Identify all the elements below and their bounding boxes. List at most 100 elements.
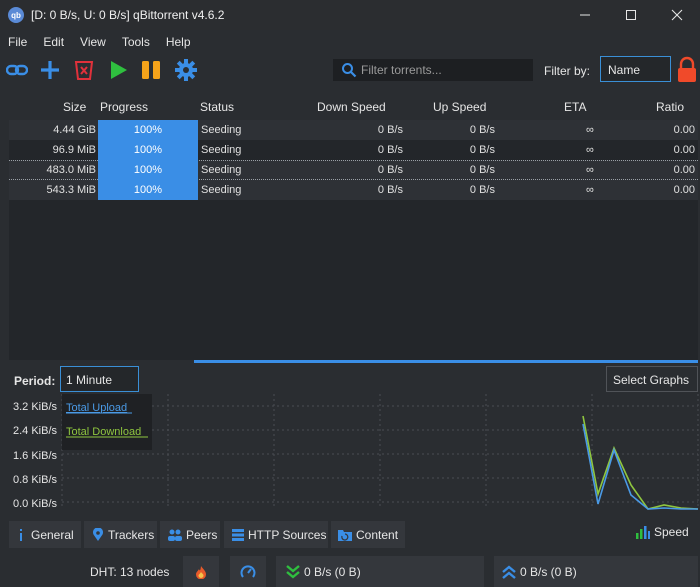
close-button[interactable]	[654, 0, 700, 30]
horizontal-scrollbar[interactable]	[194, 360, 698, 363]
menu-tools[interactable]: Tools	[114, 35, 158, 49]
table-row[interactable]: 483.0 MiB 100% Seeding 0 B/s 0 B/s ∞ 0.0…	[9, 160, 698, 180]
cell-up-speed: 0 B/s	[469, 124, 495, 136]
dht-status-text: DHT: 13 nodes	[90, 564, 170, 579]
double-chevron-up-icon	[502, 564, 516, 579]
maximize-button[interactable]	[608, 0, 654, 30]
minimize-button[interactable]	[562, 0, 608, 30]
progress-bar: 100%	[98, 180, 198, 200]
tab-general[interactable]: General	[9, 521, 81, 548]
legend-total-upload: Total Upload	[66, 402, 127, 414]
cell-size: 483.0 MiB	[46, 164, 96, 176]
menu-help[interactable]: Help	[158, 35, 199, 49]
tab-speed-label: Speed	[654, 525, 689, 539]
speed-graph-panel: Period: 1 Minute Select Graphs 3.2 KiB/s…	[0, 364, 700, 519]
trash-icon	[74, 61, 94, 80]
cell-size: 96.9 MiB	[52, 144, 96, 156]
flame-icon	[196, 565, 206, 579]
window-controls	[562, 0, 700, 30]
column-progress[interactable]: Progress	[100, 100, 148, 114]
table-row[interactable]: 543.3 MiB 100% Seeding 0 B/s 0 B/s ∞ 0.0…	[9, 180, 698, 200]
tab-trackers-label: Trackers	[108, 527, 155, 542]
bar-chart-icon	[636, 526, 650, 539]
resume-button[interactable]	[106, 58, 130, 82]
cell-eta: ∞	[586, 164, 594, 176]
cell-ratio: 0.00	[673, 124, 695, 136]
column-up-speed[interactable]: Up Speed	[433, 100, 486, 114]
torrent-table-header: Size Progress Status Down Speed Up Speed…	[0, 96, 700, 118]
speed-graph: 3.2 KiB/s 2.4 KiB/s 1.6 KiB/s 0.8 KiB/s …	[13, 394, 699, 510]
add-link-button[interactable]	[5, 58, 29, 82]
properties-tab-bar: General Trackers Peers HTTP Sources Cont…	[0, 519, 700, 549]
tab-speed[interactable]: Speed	[636, 525, 689, 539]
delete-button[interactable]	[72, 58, 96, 82]
table-row[interactable]: 4.44 GiB 100% Seeding 0 B/s 0 B/s ∞ 0.00	[9, 120, 698, 140]
cell-ratio: 0.00	[673, 164, 695, 176]
map-pin-icon	[92, 527, 104, 542]
filter-torrents-box[interactable]	[333, 59, 533, 81]
lock-toggle[interactable]	[676, 56, 698, 84]
column-size[interactable]: Size	[63, 100, 86, 114]
progress-bar: 100%	[98, 140, 198, 160]
options-button[interactable]	[174, 58, 198, 82]
y-label: 2.4 KiB/s	[13, 425, 58, 437]
tab-http-sources[interactable]: HTTP Sources	[224, 521, 328, 548]
menu-bar: File Edit View Tools Help	[0, 31, 700, 53]
menu-file[interactable]: File	[0, 35, 35, 49]
tab-content-label: Content	[356, 527, 399, 542]
pause-button[interactable]	[139, 58, 163, 82]
cell-down-speed: 0 B/s	[377, 124, 403, 136]
add-torrent-button[interactable]	[38, 58, 62, 82]
cell-eta: ∞	[586, 124, 594, 136]
close-icon	[671, 9, 683, 21]
graph-grid	[61, 394, 699, 509]
tab-content[interactable]: Content	[331, 521, 405, 548]
tab-trackers[interactable]: Trackers	[84, 521, 157, 548]
dht-status: DHT: 13 nodes	[88, 556, 178, 587]
cell-up-speed: 0 B/s	[469, 184, 495, 196]
upload-series-line	[582, 423, 698, 510]
speedometer-icon	[240, 564, 256, 578]
download-speed-status[interactable]: 0 B/s (0 B)	[276, 556, 484, 587]
cell-size: 4.44 GiB	[53, 124, 96, 136]
alt-speed-toggle[interactable]	[230, 556, 266, 587]
column-ratio[interactable]: Ratio	[656, 100, 684, 114]
cell-eta: ∞	[586, 144, 594, 156]
tab-peers[interactable]: Peers	[160, 521, 220, 548]
users-icon	[168, 529, 182, 541]
upload-speed-status[interactable]: 0 B/s (0 B)	[494, 556, 698, 587]
filter-by-select[interactable]: Name	[600, 56, 671, 82]
plus-icon	[41, 61, 59, 79]
tab-general-label: General	[31, 527, 74, 542]
search-icon	[342, 63, 357, 78]
title-bar: qb [D: 0 B/s, U: 0 B/s] qBittorrent v4.6…	[0, 0, 700, 30]
play-icon	[111, 61, 127, 79]
y-label: 0.0 KiB/s	[13, 498, 58, 510]
legend-total-download: Total Download	[66, 426, 141, 438]
table-row[interactable]: 96.9 MiB 100% Seeding 0 B/s 0 B/s ∞ 0.00	[9, 140, 698, 160]
menu-view[interactable]: View	[72, 35, 114, 49]
cell-status: Seeding	[201, 164, 242, 176]
cell-up-speed: 0 B/s	[469, 144, 495, 156]
cell-ratio: 0.00	[673, 184, 695, 196]
minimize-icon	[580, 14, 590, 16]
lock-icon	[678, 56, 696, 82]
cell-size: 543.3 MiB	[46, 184, 96, 196]
server-icon	[232, 528, 244, 542]
filter-by-label: Filter by:	[544, 64, 591, 78]
cell-eta: ∞	[586, 184, 594, 196]
download-speed-text: 0 B/s (0 B)	[304, 564, 361, 579]
column-eta[interactable]: ETA	[564, 100, 586, 114]
menu-edit[interactable]: Edit	[35, 35, 72, 49]
filter-torrents-input[interactable]	[361, 63, 521, 77]
cell-ratio: 0.00	[673, 144, 695, 156]
cell-up-speed: 0 B/s	[469, 164, 495, 176]
tab-peers-label: Peers	[186, 527, 218, 542]
torrent-table: 4.44 GiB 100% Seeding 0 B/s 0 B/s ∞ 0.00…	[9, 120, 698, 360]
connection-status-button[interactable]	[183, 556, 219, 587]
column-status[interactable]: Status	[200, 100, 234, 114]
column-down-speed[interactable]: Down Speed	[317, 100, 386, 114]
progress-bar: 100%	[98, 120, 198, 140]
maximize-icon	[626, 10, 636, 20]
tab-http-sources-label: HTTP Sources	[248, 527, 327, 542]
